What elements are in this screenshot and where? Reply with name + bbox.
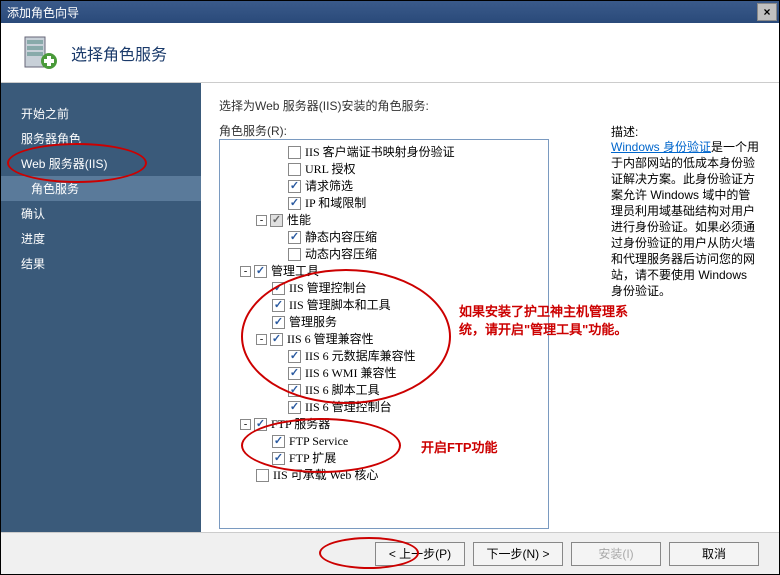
description-label: 描述: <box>611 123 638 140</box>
checkbox[interactable] <box>288 146 301 159</box>
next-button[interactable]: 下一步(N) > <box>473 542 563 566</box>
prev-button[interactable]: < 上一步(P) <box>375 542 465 566</box>
sidebar-item-confirm[interactable]: 确认 <box>1 201 201 226</box>
tree-item[interactable]: IIS 管理脚本和工具 <box>224 297 544 314</box>
tree-item[interactable]: 请求筛选 <box>224 178 544 195</box>
tree-item-label: 性能 <box>287 212 311 229</box>
description-link[interactable]: Windows 身份验证 <box>611 140 711 154</box>
page-heading: 选择角色服务 <box>71 41 167 65</box>
tree-item[interactable]: 静态内容压缩 <box>224 229 544 246</box>
close-button[interactable]: × <box>757 3 777 21</box>
tree-item[interactable]: 管理服务 <box>224 314 544 331</box>
checkbox[interactable] <box>288 163 301 176</box>
tree-item[interactable]: - FTP 服务器 <box>224 416 544 433</box>
expand-toggle-icon[interactable]: - <box>256 215 267 226</box>
tree-item-label: 静态内容压缩 <box>305 229 377 246</box>
tree-item[interactable]: IIS 可承载 Web 核心 <box>224 467 544 484</box>
checkbox[interactable] <box>288 367 301 380</box>
tree-item-label: 管理服务 <box>289 314 337 331</box>
tree-item[interactable]: IIS 6 WMI 兼容性 <box>224 365 544 382</box>
tree-item-label: IIS 客户端证书映射身份验证 <box>305 144 455 161</box>
header: 选择角色服务 <box>1 23 779 83</box>
roles-label: 角色服务(R): <box>219 122 287 139</box>
tree-item-label: IP 和域限制 <box>305 195 366 212</box>
wizard-window: 添加角色向导 × 选择角色服务 开始之前 服务器角色 Web 服务器(IIS) … <box>0 0 780 575</box>
checkbox[interactable] <box>272 452 285 465</box>
checkbox[interactable] <box>254 265 267 278</box>
checkbox[interactable] <box>272 299 285 312</box>
server-role-icon <box>19 33 59 73</box>
cancel-button[interactable]: 取消 <box>669 542 759 566</box>
instruction-text: 选择为Web 服务器(IIS)安装的角色服务: <box>219 97 761 114</box>
tree-item-label: 动态内容压缩 <box>305 246 377 263</box>
tree-item[interactable]: IIS 客户端证书映射身份验证 <box>224 144 544 161</box>
tree-item-label: IIS 6 WMI 兼容性 <box>305 365 396 382</box>
main-panel: 选择为Web 服务器(IIS)安装的角色服务: 角色服务(R): 描述: IIS… <box>201 83 779 533</box>
tree-item[interactable]: 动态内容压缩 <box>224 246 544 263</box>
tree-item-label: IIS 可承载 Web 核心 <box>273 467 378 484</box>
tree-item[interactable]: - 管理工具 <box>224 263 544 280</box>
sidebar-item-progress[interactable]: 进度 <box>1 226 201 251</box>
install-button: 安装(I) <box>571 542 661 566</box>
tree-item-label: URL 授权 <box>305 161 356 178</box>
sidebar-item-server-roles[interactable]: 服务器角色 <box>1 126 201 151</box>
description-text: 是一个用于内部网站的低成本身份验证解决方案。此身份验证方案允许 Windows … <box>611 140 759 298</box>
tree-item-label: IIS 6 脚本工具 <box>305 382 380 399</box>
expand-toggle-icon[interactable]: - <box>256 334 267 345</box>
titlebar: 添加角色向导 × <box>1 1 779 23</box>
tree-item-label: IIS 管理脚本和工具 <box>289 297 391 314</box>
checkbox[interactable] <box>288 384 301 397</box>
body: 开始之前 服务器角色 Web 服务器(IIS) 角色服务 确认 进度 结果 选择… <box>1 83 779 533</box>
tree-item[interactable]: IIS 6 元数据库兼容性 <box>224 348 544 365</box>
checkbox[interactable] <box>288 180 301 193</box>
tree-item-label: FTP Service <box>289 433 348 450</box>
tree-item-label: IIS 6 元数据库兼容性 <box>305 348 416 365</box>
tree-item[interactable]: URL 授权 <box>224 161 544 178</box>
sidebar-item-role-services[interactable]: 角色服务 <box>1 176 201 201</box>
description-panel: Windows 身份验证是一个用于内部网站的低成本身份验证解决方案。此身份验证方… <box>611 139 761 299</box>
tree-item-label: IIS 6 管理兼容性 <box>287 331 374 348</box>
expand-toggle-icon[interactable]: - <box>240 419 251 430</box>
tree-item-label: 管理工具 <box>271 263 319 280</box>
window-title: 添加角色向导 <box>7 4 757 21</box>
role-services-tree[interactable]: IIS 客户端证书映射身份验证URL 授权请求筛选IP 和域限制 - 性能静态内容压… <box>219 139 549 529</box>
tree-item[interactable]: - 性能 <box>224 212 544 229</box>
checkbox[interactable] <box>256 469 269 482</box>
expand-toggle-icon[interactable]: - <box>240 266 251 277</box>
sidebar-item-start[interactable]: 开始之前 <box>1 101 201 126</box>
footer: < 上一步(P) 下一步(N) > 安装(I) 取消 <box>1 532 779 574</box>
tree-item[interactable]: FTP Service <box>224 433 544 450</box>
tree-item[interactable]: - IIS 6 管理兼容性 <box>224 331 544 348</box>
checkbox[interactable] <box>288 197 301 210</box>
tree-item[interactable]: FTP 扩展 <box>224 450 544 467</box>
tree-item[interactable]: IIS 6 脚本工具 <box>224 382 544 399</box>
checkbox[interactable] <box>288 350 301 363</box>
checkbox[interactable] <box>254 418 267 431</box>
tree-item[interactable]: IP 和域限制 <box>224 195 544 212</box>
sidebar-item-iis[interactable]: Web 服务器(IIS) <box>1 151 201 176</box>
checkbox[interactable] <box>288 248 301 261</box>
tree-item-label: FTP 扩展 <box>289 450 336 467</box>
sidebar-item-results[interactable]: 结果 <box>1 251 201 276</box>
tree-item[interactable]: IIS 6 管理控制台 <box>224 399 544 416</box>
tree-item-label: 请求筛选 <box>305 178 353 195</box>
checkbox[interactable] <box>272 316 285 329</box>
checkbox[interactable] <box>272 435 285 448</box>
tree-item-label: IIS 管理控制台 <box>289 280 367 297</box>
checkbox[interactable] <box>288 231 301 244</box>
tree-item-label: IIS 6 管理控制台 <box>305 399 392 416</box>
checkbox[interactable] <box>270 333 283 346</box>
tree-item-label: FTP 服务器 <box>271 416 330 433</box>
checkbox[interactable] <box>270 214 283 227</box>
checkbox[interactable] <box>288 401 301 414</box>
sidebar: 开始之前 服务器角色 Web 服务器(IIS) 角色服务 确认 进度 结果 <box>1 83 201 533</box>
tree-item[interactable]: IIS 管理控制台 <box>224 280 544 297</box>
checkbox[interactable] <box>272 282 285 295</box>
